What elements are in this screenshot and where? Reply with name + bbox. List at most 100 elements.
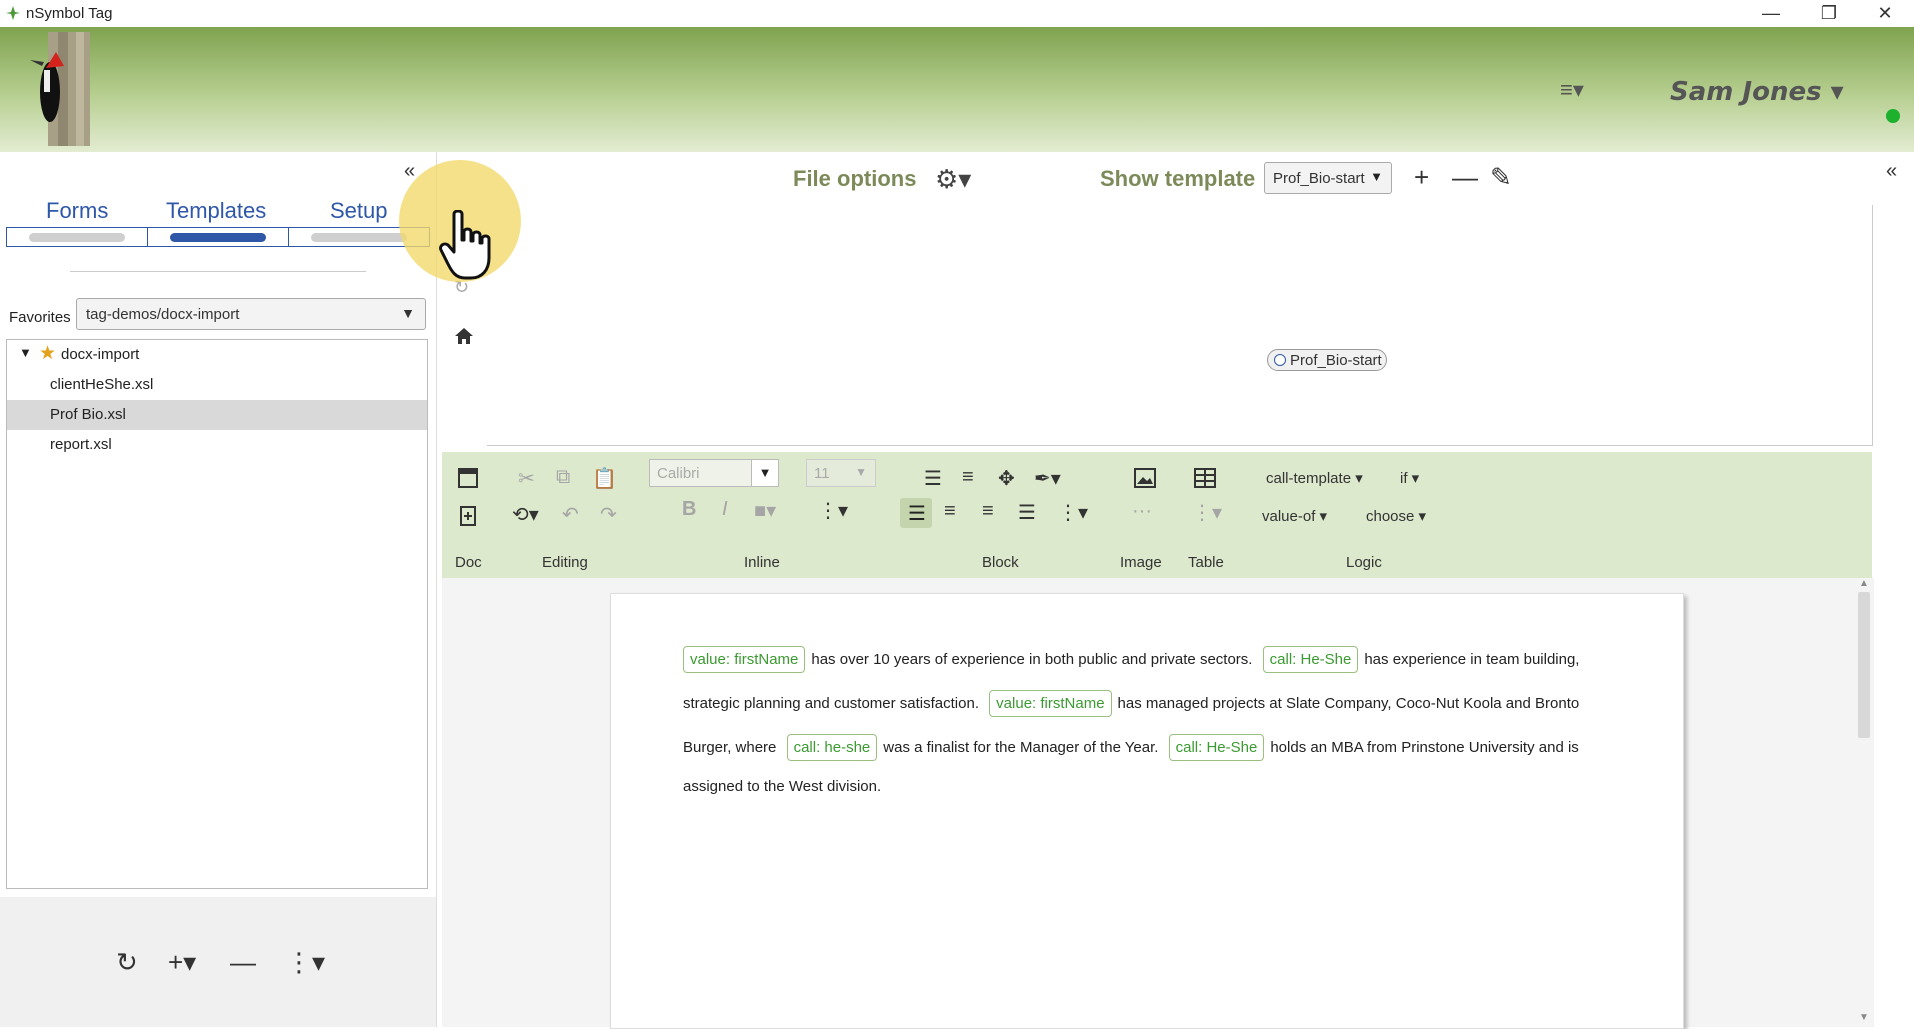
editor-ribbon: ✂ ⧉ 📋 ⟲▾ ↶ ↷ Calibri ▼ 11 ▼ B I ■▾ ⋮▾ ☰ …: [442, 452, 1872, 578]
doc-text: has experience in team building,: [1364, 651, 1580, 668]
file-options-label[interactable]: File options: [793, 166, 916, 192]
ribbon-group-label: Doc: [455, 554, 482, 571]
window-title: nSymbol Tag: [26, 5, 113, 22]
doc-text: strategic planning and customer satisfac…: [683, 695, 979, 712]
image-icon[interactable]: [1134, 468, 1156, 488]
call-template-select[interactable]: call-template ▾: [1266, 469, 1363, 487]
inline-more-button[interactable]: ⋮▾: [818, 498, 848, 523]
remove-button[interactable]: —: [230, 947, 256, 978]
more-menu-button[interactable]: ⋮▾: [286, 947, 325, 978]
favorites-label: Favorites: [9, 309, 71, 326]
font-family-select[interactable]: Calibri ▼: [649, 459, 779, 487]
tab-templates-indicator[interactable]: [147, 227, 289, 247]
italic-button[interactable]: I: [722, 498, 728, 521]
remove-template-button[interactable]: —: [1452, 162, 1478, 193]
template-preview: Prof_Bio-start: [487, 205, 1873, 446]
style-menu-icon[interactable]: ✒▾: [1034, 466, 1061, 491]
replace-icon[interactable]: ⟲▾: [512, 502, 539, 527]
gear-icon[interactable]: ⚙▾: [935, 164, 971, 195]
template-select[interactable]: Prof_Bio-start ▼: [1264, 162, 1392, 194]
tree-item[interactable]: report.xsl: [7, 430, 427, 460]
if-select[interactable]: if ▾: [1400, 469, 1419, 487]
call-chip[interactable]: call: he-she: [786, 734, 878, 761]
node-radio-icon: [1274, 354, 1286, 366]
main-menu-button[interactable]: ≡▾: [1560, 77, 1584, 103]
doc-view-icon[interactable]: [458, 468, 478, 488]
tab-forms[interactable]: Forms: [46, 198, 108, 224]
value-chip[interactable]: value: firstName: [989, 690, 1112, 717]
add-template-button[interactable]: +: [1414, 162, 1429, 193]
cut-icon[interactable]: ✂: [518, 466, 535, 491]
document-line: assigned to the West division.: [683, 778, 881, 795]
font-size-select[interactable]: 11 ▼: [806, 459, 876, 487]
tree-folder-docx-import[interactable]: ▼ ★ docx-import: [7, 340, 427, 370]
value-chip[interactable]: value: firstName: [683, 646, 806, 673]
ribbon-group-label: Logic: [1346, 554, 1382, 571]
restore-button[interactable]: ❐: [1800, 0, 1858, 27]
paste-icon[interactable]: 📋: [592, 466, 617, 491]
refresh-button[interactable]: ↻: [116, 947, 138, 978]
minimize-button[interactable]: —: [1742, 0, 1800, 27]
align-left-icon: ☰: [908, 503, 926, 525]
bullet-list-icon[interactable]: ☰: [924, 466, 942, 491]
document-page[interactable]: value: firstName has over 10 years of exp…: [610, 593, 1684, 1029]
add-menu-button[interactable]: +▾: [168, 947, 196, 978]
woodpecker-logo: [30, 32, 90, 146]
tab-templates[interactable]: Templates: [166, 198, 266, 224]
scroll-down-icon[interactable]: ▼: [1859, 1012, 1869, 1023]
home-icon[interactable]: [454, 327, 474, 345]
document-line: value: firstName has over 10 years of exp…: [683, 646, 1579, 673]
edit-template-button[interactable]: ✎: [1490, 162, 1512, 193]
doc-text: Burger, where: [683, 739, 777, 756]
scroll-up-icon[interactable]: ▲: [1859, 578, 1869, 589]
doc-import-icon[interactable]: [458, 506, 478, 526]
table-more-icon[interactable]: ⋮▾: [1192, 500, 1222, 525]
connection-status-icon: [1886, 109, 1900, 123]
close-button[interactable]: ✕: [1856, 0, 1914, 27]
show-template-label: Show template: [1100, 166, 1256, 191]
move-icon[interactable]: ✥: [998, 466, 1015, 491]
undo-icon[interactable]: ↶: [562, 502, 579, 527]
choose-select[interactable]: choose ▾: [1366, 507, 1426, 525]
doc-text: assigned to the West division.: [683, 778, 882, 795]
table-icon[interactable]: [1194, 468, 1216, 488]
chevron-down-icon: ▼: [401, 305, 415, 321]
tab-setup[interactable]: Setup: [330, 198, 388, 224]
justify-icon[interactable]: ☰: [1018, 500, 1036, 525]
template-node[interactable]: Prof_Bio-start: [1267, 349, 1387, 371]
tree-item-label: report.xsl: [50, 436, 112, 453]
align-left-button[interactable]: ☰: [900, 498, 932, 528]
call-chip[interactable]: call: He-She: [1168, 734, 1265, 761]
divider: [70, 271, 366, 272]
doc-text: has over 10 years of experience in both …: [811, 651, 1253, 668]
document-scrollbar[interactable]: ▲ ▼: [1854, 578, 1874, 1027]
redo-icon[interactable]: ↷: [600, 502, 617, 527]
app-header: ≡▾ Sam Jones ▾: [0, 27, 1914, 152]
user-menu[interactable]: Sam Jones ▾: [1670, 77, 1844, 107]
ribbon-group-label: Table: [1188, 554, 1224, 571]
app-icon: [6, 6, 20, 20]
collapse-right-panel-button[interactable]: «: [1886, 160, 1897, 183]
call-chip[interactable]: call: He-She: [1262, 646, 1359, 673]
bold-button[interactable]: B: [682, 498, 696, 521]
ribbon-group-label: Image: [1120, 554, 1162, 571]
favorites-select[interactable]: tag-demos/docx-import ▼: [76, 298, 426, 330]
block-more-button[interactable]: ⋮▾: [1058, 500, 1088, 525]
align-center-icon[interactable]: ≡: [944, 500, 956, 523]
expand-arrow-icon[interactable]: ▼: [19, 345, 32, 360]
tree-item[interactable]: clientHeShe.xsl: [7, 370, 427, 400]
tree-folder-label: docx-import: [61, 346, 140, 363]
copy-icon[interactable]: ⧉: [556, 466, 570, 489]
template-select-value: Prof_Bio-start: [1273, 170, 1365, 187]
tab-forms-indicator[interactable]: [6, 227, 148, 247]
star-icon: ★: [39, 343, 57, 364]
value-of-select[interactable]: value-of ▾: [1262, 507, 1327, 525]
image-more-icon[interactable]: ···: [1132, 500, 1152, 523]
highlight-color-button[interactable]: ■▾: [754, 498, 776, 523]
tree-item-selected[interactable]: Prof Bio.xsl: [7, 400, 427, 430]
scrollbar-thumb[interactable]: [1858, 592, 1870, 738]
file-options-bar: File options ⚙▾ Show template Prof_Bio-s…: [442, 152, 1874, 204]
numbered-list-icon[interactable]: ≡: [962, 466, 974, 489]
align-right-icon[interactable]: ≡: [982, 500, 994, 523]
doc-text: was a finalist for the Manager of the Ye…: [883, 739, 1159, 756]
